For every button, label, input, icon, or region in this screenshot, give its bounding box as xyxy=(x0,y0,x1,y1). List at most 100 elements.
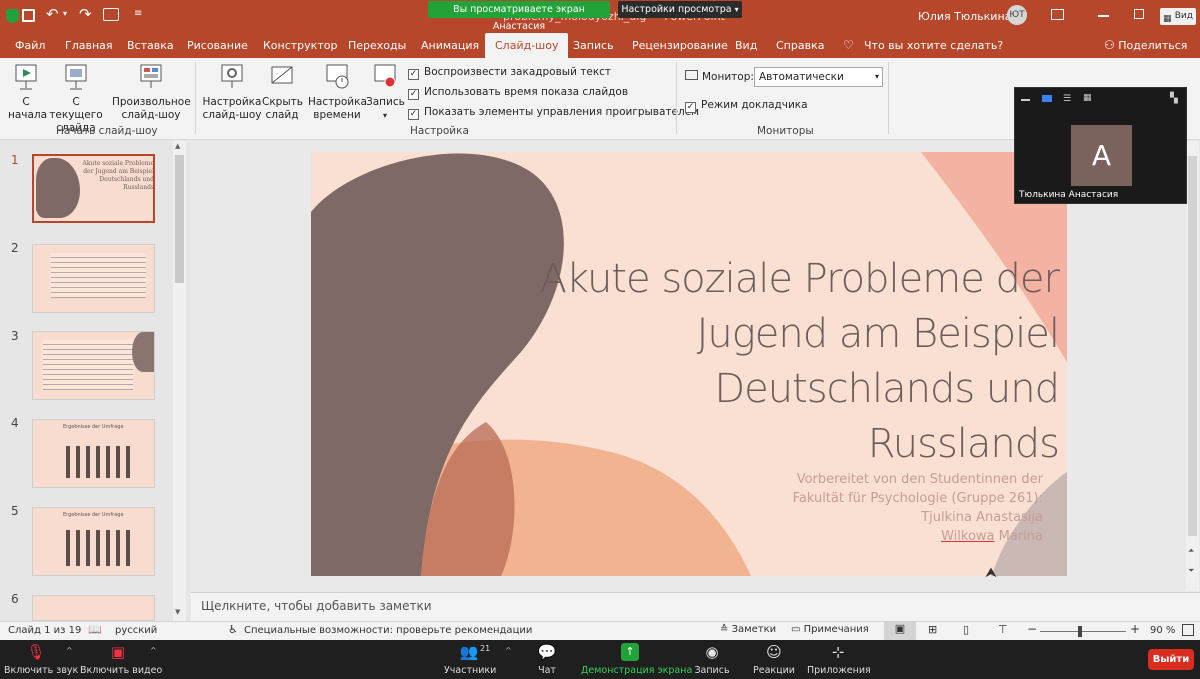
comments-toggle[interactable]: ▭ Примечания xyxy=(791,624,869,635)
apps-button[interactable]: ⊹ Приложения xyxy=(807,643,871,676)
notes-pane[interactable]: Щелкните, чтобы добавить заметки xyxy=(191,592,1200,621)
share-button[interactable]: ⚇ Поделиться xyxy=(1104,33,1187,58)
thumbnail-slide-6[interactable] xyxy=(32,595,155,621)
canvas-scroll-thumb[interactable] xyxy=(1188,156,1197,536)
hide-slide-label: Скрыть слайд xyxy=(262,96,303,121)
status-bar: Слайд 1 из 19 📖 русский ♿ Специальные во… xyxy=(0,621,1200,640)
zoom-in-button[interactable]: + xyxy=(1130,622,1140,636)
restore-icon[interactable] xyxy=(1134,9,1144,19)
scroll-thumb[interactable] xyxy=(175,155,184,283)
hide-slide-button[interactable]: Скрыть слайд xyxy=(262,62,303,122)
zoom-video-tile[interactable]: ☰ ▦ ▚ A Тюлькина Анастасия xyxy=(1014,87,1187,204)
title-line: Akute soziale Probleme der xyxy=(539,256,1060,302)
accessibility-status[interactable]: Специальные возможности: проверьте реком… xyxy=(244,625,532,636)
tab-draw[interactable]: Рисование xyxy=(187,33,248,58)
presenter-view-checkbox[interactable]: ✓ Режим докладчика xyxy=(685,99,808,113)
tab-view[interactable]: Вид xyxy=(735,33,757,58)
controls-checkbox[interactable]: ✓ Показать элементы управления проигрыват… xyxy=(408,106,699,120)
leave-button[interactable]: Выйти xyxy=(1148,649,1194,670)
tab-review[interactable]: Рецензирование xyxy=(632,33,728,58)
chat-button[interactable]: 💬 Чат xyxy=(532,643,562,676)
speaker-view-icon[interactable] xyxy=(1042,95,1052,102)
save-icon[interactable] xyxy=(22,9,35,22)
spellcheck-icon[interactable]: 📖 xyxy=(88,623,102,636)
tab-home[interactable]: Главная xyxy=(65,33,113,58)
notes-toggle[interactable]: ≙ Заметки xyxy=(720,624,776,635)
present-from-start-icon[interactable] xyxy=(103,8,119,21)
zoom-slider-thumb[interactable] xyxy=(1078,626,1082,637)
slide-sorter-button[interactable]: ⊞ xyxy=(928,623,937,636)
reactions-button[interactable]: ☺ Реакции xyxy=(752,643,796,676)
minimize-icon[interactable] xyxy=(1098,15,1109,17)
tab-insert[interactable]: Вставка xyxy=(127,33,174,58)
thumbnail-slide-5[interactable]: Ergebnisse der Umfrage xyxy=(32,507,155,576)
tab-file[interactable]: Файл xyxy=(15,33,45,58)
user-name[interactable]: Юлия Тюлькина xyxy=(918,10,1011,23)
timings-checkbox[interactable]: ✓ Использовать время показа слайдов xyxy=(408,86,628,100)
user-avatar[interactable]: ЮТ xyxy=(1007,5,1027,25)
tab-help[interactable]: Справка xyxy=(776,33,824,58)
language-label[interactable]: русский xyxy=(115,625,157,636)
zoom-view-button[interactable]: ▦ Вид xyxy=(1160,8,1196,25)
narration-label: Воспроизвести закадровый текст xyxy=(424,66,612,78)
lightbulb-icon: ♡ xyxy=(843,38,854,52)
zoom-slider[interactable] xyxy=(1040,631,1126,632)
scroll-up-icon[interactable]: ▲ xyxy=(175,142,180,150)
share-screen-button[interactable]: ↑ Демонстрация экрана xyxy=(581,643,692,676)
slideshow-view-button[interactable]: ⊤ xyxy=(998,623,1008,636)
exit-minimized-icon[interactable]: ▚ xyxy=(1170,93,1178,104)
start-video-button[interactable]: ▣ Включить видео xyxy=(80,643,162,676)
record-button[interactable]: Запись ▾ xyxy=(366,62,405,122)
redo-icon[interactable]: ↷ xyxy=(79,5,92,23)
tab-design[interactable]: Конструктор xyxy=(263,33,337,58)
from-start-label: С начала xyxy=(8,96,48,121)
undo-icon[interactable]: ↶ xyxy=(46,5,59,23)
subtitle-line: Tjulkina Anastasija xyxy=(921,510,1043,525)
monitor-select[interactable]: Автоматически ▾ xyxy=(754,67,883,87)
rehearse-timings-button[interactable]: Настройка времени xyxy=(308,62,367,122)
normal-view-button[interactable]: ▣ xyxy=(884,622,916,640)
tab-transitions[interactable]: Переходы xyxy=(348,33,406,58)
thumbnail-slide-2[interactable] xyxy=(32,244,155,313)
undo-dropdown-icon[interactable]: ▾ xyxy=(63,9,67,18)
thumbnail-slide-1[interactable]: Akute soziale Probleme der Jugend am Bei… xyxy=(32,154,155,223)
slide-subtitle[interactable]: Vorbereitet von den Studentinnen der Fak… xyxy=(683,470,1043,546)
audio-options-caret[interactable]: ^ xyxy=(66,646,73,655)
scroll-down-icon[interactable]: ▼ xyxy=(175,608,180,616)
subtitle-underlined-name: Wilkowa xyxy=(941,529,995,544)
unmute-button[interactable]: 🎙 Включить звук xyxy=(4,643,78,676)
narration-checkbox[interactable]: ✓ Воспроизвести закадровый текст xyxy=(408,66,611,80)
gallery-view-icon[interactable]: ▦ xyxy=(1083,93,1092,103)
hide-slide-icon xyxy=(271,66,293,84)
fit-to-window-icon[interactable] xyxy=(1182,624,1194,636)
setup-show-button[interactable]: Настройка слайд-шоу xyxy=(202,62,262,122)
qat-customize-icon[interactable]: ≡ xyxy=(134,8,142,19)
zoom-viewing-banner: Вы просматриваете экран Анастасия xyxy=(428,1,610,32)
group-start-label: Начать слайд-шоу xyxy=(56,125,158,137)
zoom-record-button[interactable]: ◉ Запись xyxy=(694,643,730,676)
strip-view-icon[interactable]: ☰ xyxy=(1063,94,1071,104)
custom-show-button[interactable]: Произвольное слайд-шоу xyxy=(112,62,191,122)
minimize-tile-icon[interactable] xyxy=(1021,99,1030,101)
slideshow-current-icon xyxy=(65,64,87,90)
zoom-out-button[interactable]: − xyxy=(1027,622,1037,636)
zoom-view-options[interactable]: Настройки просмотра ▾ xyxy=(618,1,742,18)
zoom-shield-icon xyxy=(6,9,19,23)
from-start-button[interactable]: С начала xyxy=(8,62,48,122)
slide-title[interactable]: Akute soziale Probleme der Jugend am Bei… xyxy=(499,252,1060,472)
thumbnail-slide-3[interactable] xyxy=(32,331,155,400)
tab-animations[interactable]: Анимация xyxy=(421,33,479,58)
custom-show-label: Произвольное слайд-шоу xyxy=(112,96,191,121)
next-slide-icon[interactable]: ⏷ xyxy=(1188,566,1194,576)
tab-slideshow[interactable]: Слайд-шоу xyxy=(485,33,569,58)
tell-me-input[interactable]: Что вы хотите сделать? xyxy=(864,33,1003,58)
participants-caret[interactable]: ^ xyxy=(505,646,512,655)
thumbnail-slide-4[interactable]: Ergebnisse der Umfrage xyxy=(32,419,155,488)
prev-slide-icon[interactable]: ⏶ xyxy=(1188,546,1194,556)
current-slide[interactable]: Akute soziale Probleme der Jugend am Bei… xyxy=(311,152,1067,576)
tab-record[interactable]: Запись xyxy=(573,33,614,58)
zoom-level[interactable]: 90 % xyxy=(1150,625,1175,636)
video-options-caret[interactable]: ^ xyxy=(150,646,157,655)
ribbon-display-icon[interactable] xyxy=(1051,9,1064,20)
reading-view-button[interactable]: ▯ xyxy=(963,623,969,636)
